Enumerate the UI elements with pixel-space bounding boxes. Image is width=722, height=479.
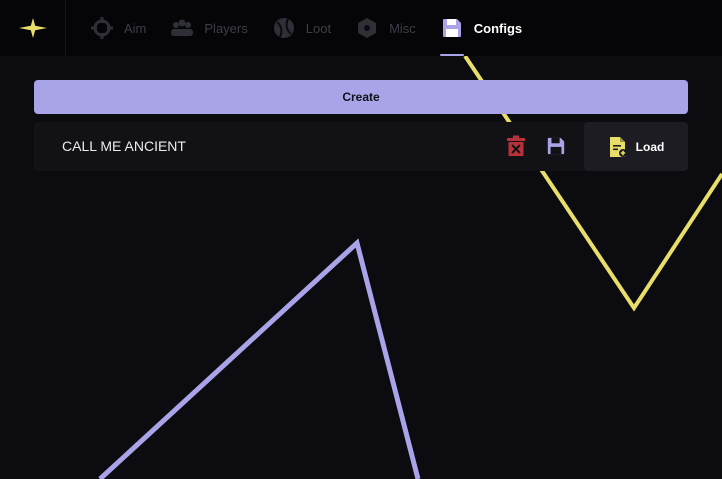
tab-aim[interactable]: Aim [90,0,146,56]
top-nav-bar: Aim Players Loot Misc Configs [0,0,722,56]
tab-label: Configs [473,20,523,36]
tab-label: Misc [389,20,416,36]
tab-bar: Aim Players Loot Misc Configs [66,0,522,56]
delete-config-button[interactable] [504,134,528,158]
tab-label: Loot [305,20,332,36]
load-label: Load [635,139,665,154]
tab-loot[interactable]: Loot [272,0,331,56]
tab-misc[interactable]: Misc [355,0,416,56]
group-icon [170,16,194,40]
tab-players[interactable]: Players [170,0,248,56]
config-row[interactable]: CALL ME ANCIENT Load [34,122,688,171]
star-icon [18,18,47,38]
file-load-icon [609,136,627,157]
logo [0,0,66,56]
crosshair-icon [90,16,114,40]
floppy-disk-icon [547,137,565,155]
tab-configs[interactable]: Configs [439,0,523,56]
hexagon-gear-icon [355,16,379,40]
tab-label: Aim [124,20,147,36]
floppy-disk-icon [440,16,464,40]
load-config-button[interactable]: Load [584,122,688,171]
app-window: Aim Players Loot Misc Configs Create CAL… [0,0,722,479]
create-config-button[interactable]: Create [34,80,688,114]
ball-icon [272,16,296,40]
tab-label: Players [204,20,248,36]
save-config-button[interactable] [544,134,568,158]
trash-icon [507,135,525,156]
configs-panel: Create CALL ME ANCIENT Load [0,56,722,479]
config-name: CALL ME ANCIENT [62,138,186,154]
